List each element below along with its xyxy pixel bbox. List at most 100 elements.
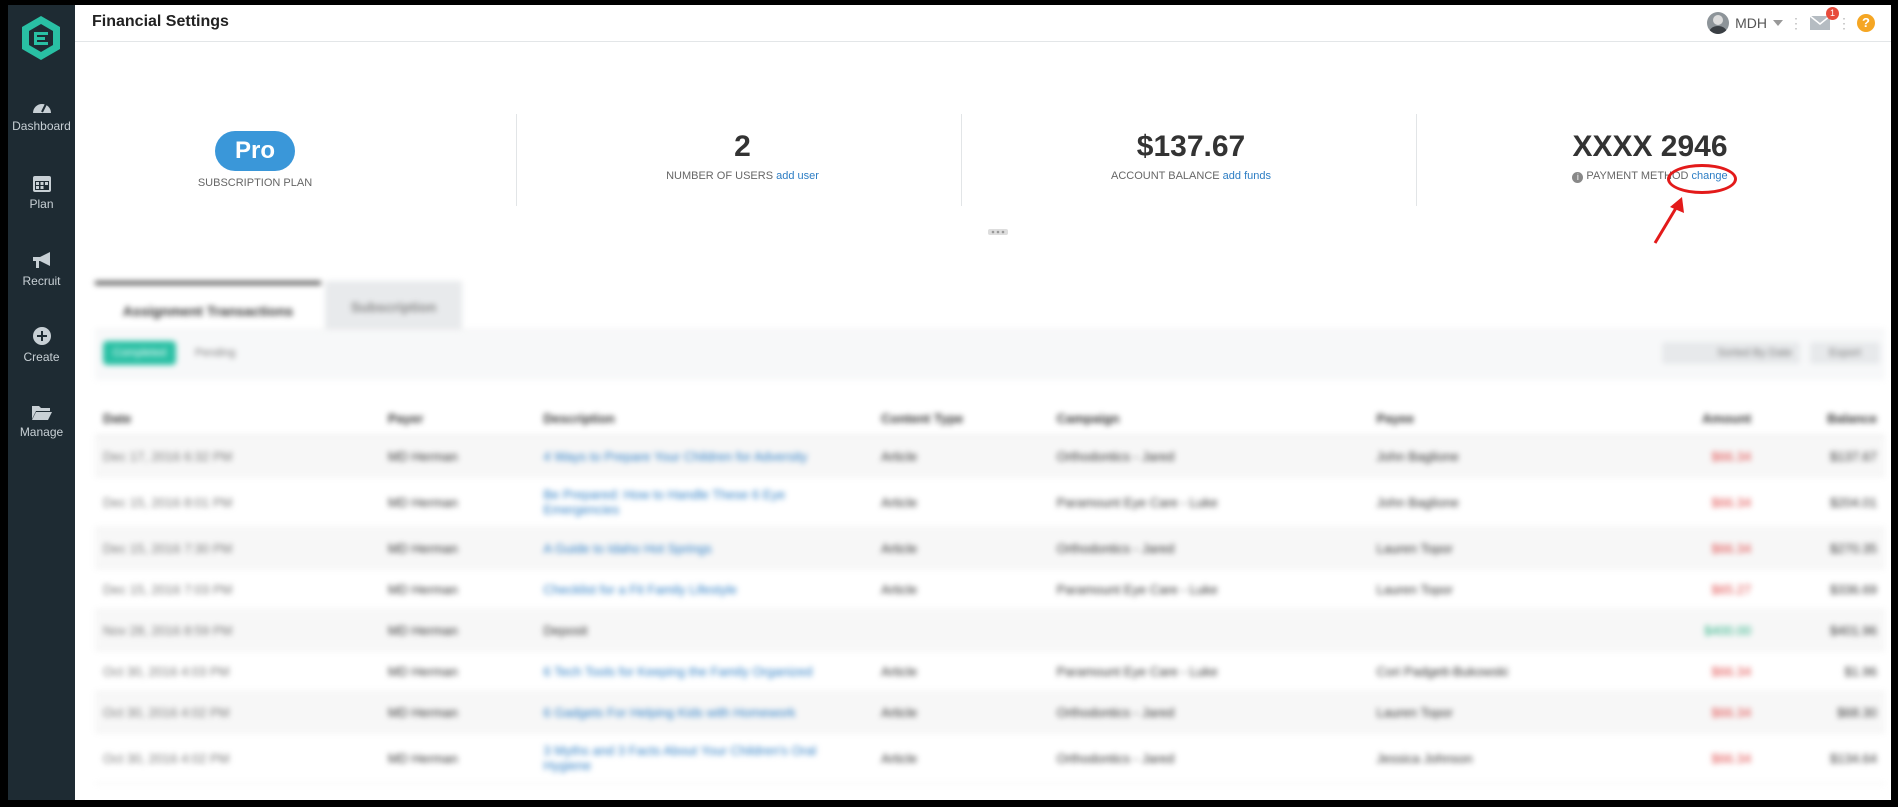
cell-balance: $137.67 (1759, 435, 1885, 477)
column-header[interactable]: Campaign (1048, 401, 1369, 436)
cell-date: Oct 30, 2016 4:02 PM (95, 732, 380, 784)
cell-type: Article (873, 732, 1049, 784)
description-text[interactable]: Be Prepared: How to Handle These 6 Eye (543, 487, 785, 502)
divider (516, 114, 517, 206)
sidebar-item-label: Recruit (22, 274, 61, 288)
balance-caption: ACCOUNT BALANCE add funds (965, 170, 1417, 182)
users-caption-text: NUMBER OF USERS (666, 170, 774, 182)
plus-circle-icon (32, 327, 51, 345)
sidebar-item-plan[interactable]: Plan (8, 173, 75, 211)
table-row[interactable]: Dec 15, 2016 7:30 PM MD Herman A Guide to … (95, 527, 1885, 569)
cell-amount: $400.00 (1643, 609, 1760, 651)
table-row[interactable]: Oct 30, 2016 4:02 PM MD Herman 3 Myths and… (95, 732, 1885, 784)
cell-payee: Lauren Topor (1368, 691, 1644, 733)
user-initials[interactable]: MDH (1735, 15, 1767, 31)
messages-button[interactable]: 1 (1809, 7, 1839, 31)
subscription-plan-stat: Pro SUBSCRIPTION PLAN (100, 110, 410, 208)
sidebar-item-recruit[interactable]: Recruit (8, 250, 75, 288)
sidebar-item-manage[interactable]: Manage (8, 403, 75, 439)
description-text[interactable]: 6 Tech Tools for Keeping the Family Orga… (543, 664, 812, 679)
cell-desc[interactable]: 4 Ways to Prepare Your Children for Adve… (535, 435, 874, 477)
cell-type: Article (873, 650, 1049, 692)
sidebar-item-label: Create (23, 350, 60, 364)
transactions-panel: Assignment Transactions Subscription Com… (95, 281, 1891, 800)
divider (961, 114, 962, 206)
cell-campaign: Paramount Eye Care - Luke (1048, 568, 1369, 610)
avatar[interactable] (1707, 12, 1730, 34)
description-text[interactable]: 3 Myths and 3 Facts About Your Children'… (543, 743, 816, 758)
cell-payer: MD Herman (379, 527, 536, 569)
sort-button[interactable]: Sorted By Date (1662, 342, 1800, 364)
pending-filter[interactable]: Pending (195, 347, 235, 359)
cell-desc[interactable]: Checklist for a Fit Family Lifestyle (535, 568, 874, 610)
table-row[interactable]: Dec 15, 2016 8:01 PM MD Herman Be Prepared… (95, 476, 1885, 528)
cell-desc[interactable]: 6 Gadgets For Helping Kids with Homework (535, 691, 874, 733)
cell-payer: MD Herman (379, 691, 536, 733)
tab-assignment-transactions[interactable]: Assignment Transactions (95, 281, 321, 333)
cell-desc[interactable]: 6 Tech Tools for Keeping the Family Orga… (535, 650, 874, 692)
cell-amount: $66.34 (1643, 650, 1760, 692)
column-header[interactable]: Payer (379, 401, 536, 436)
cell-campaign: Orthodontics - Jared (1048, 732, 1369, 784)
logo-icon[interactable] (20, 15, 62, 61)
tab-subscription[interactable]: Subscription (325, 281, 462, 329)
payment-caption: i PAYMENT METHOD change (1420, 170, 1880, 183)
description-text[interactable]: 4 Ways to Prepare Your Children for Adve… (543, 449, 807, 464)
table-row[interactable]: Dec 15, 2016 7:03 PM MD Herman Checklist f… (95, 568, 1885, 610)
cell-balance: $204.01 (1759, 476, 1885, 528)
sidebar-item-create[interactable]: Create (8, 326, 75, 364)
description-text[interactable]: Checklist for a Fit Family Lifestyle (543, 582, 737, 597)
cell-campaign: Orthodontics - Jared (1048, 435, 1369, 477)
app-window: Dashboard Plan Recruit Create Manage Fin… (8, 5, 1891, 800)
megaphone-icon (32, 252, 50, 268)
export-button[interactable]: Export (1810, 342, 1880, 364)
cell-payee: Cori Padgett-Bukowski (1368, 650, 1644, 692)
users-count: 2 (734, 130, 751, 163)
description-text[interactable]: 6 Gadgets For Helping Kids with Homework (543, 705, 795, 720)
column-header[interactable]: Amount (1643, 401, 1760, 436)
column-header[interactable]: Date (95, 401, 380, 436)
cell-balance: $134.64 (1759, 732, 1885, 784)
cell-desc[interactable]: 3 Myths and 3 Facts About Your Children'… (535, 732, 874, 784)
cell-desc[interactable]: A Guide to Idaho Hot Springs (535, 527, 874, 569)
cell-type: Article (873, 435, 1049, 477)
column-header[interactable]: Description (535, 401, 874, 436)
help-button[interactable]: ? (1857, 14, 1875, 32)
table-row[interactable]: Nov 28, 2016 8:59 PM MD Herman Deposit $400… (95, 609, 1885, 651)
table-row[interactable]: Oct 30, 2016 4:03 PM MD Herman 6 Tech Tool… (95, 650, 1885, 692)
cell-date: Oct 30, 2016 4:02 PM (95, 691, 380, 733)
cell-payee (1368, 609, 1644, 651)
column-header[interactable]: Payee (1368, 401, 1644, 436)
add-user-link[interactable]: add user (776, 170, 819, 182)
cell-balance: $270.35 (1759, 527, 1885, 569)
description-text[interactable]: A Guide to Idaho Hot Springs (543, 541, 711, 556)
completed-filter[interactable]: Completed (103, 341, 177, 365)
table-row[interactable]: Dec 17, 2016 6:32 PM MD Herman 4 Ways to P… (95, 435, 1885, 477)
cell-desc[interactable]: Be Prepared: How to Handle These 6 Eye Em… (535, 476, 874, 528)
cell-amount: $66.34 (1643, 527, 1760, 569)
cell-date: Dec 15, 2016 7:30 PM (95, 527, 380, 569)
payment-method-stat: XXXX 2946 i PAYMENT METHOD change (1420, 110, 1880, 208)
more-icon[interactable]: ⋮ (1789, 15, 1803, 32)
add-funds-link[interactable]: add funds (1223, 170, 1271, 182)
notification-badge: 1 (1825, 7, 1839, 20)
cell-payer: MD Herman (379, 476, 536, 528)
cell-campaign: Orthodontics - Jared (1048, 691, 1369, 733)
description-text[interactable]: Hygiene (543, 758, 591, 773)
drag-handle-icon[interactable] (988, 228, 1008, 236)
cell-type: Article (873, 568, 1049, 610)
plan-badge: Pro (214, 131, 295, 171)
cell-payee: Lauren Topor (1368, 568, 1644, 610)
table-row[interactable]: Oct 30, 2016 4:02 PM MD Herman 6 Gadgets F… (95, 691, 1885, 733)
cell-payer: MD Herman (379, 732, 536, 784)
cell-payee: John Baglione (1368, 476, 1644, 528)
cell-campaign: Paramount Eye Care - Luke (1048, 476, 1369, 528)
more-icon[interactable]: ⋮ (1837, 15, 1851, 32)
dashboard-icon (32, 103, 51, 113)
column-header[interactable]: Content Type (873, 401, 1049, 436)
info-icon[interactable]: i (1572, 172, 1584, 183)
sidebar-item-dashboard[interactable]: Dashboard (8, 97, 75, 133)
column-header[interactable]: Balance (1759, 401, 1885, 436)
chevron-down-icon[interactable] (1773, 19, 1783, 27)
description-text[interactable]: Emergencies (543, 502, 619, 517)
